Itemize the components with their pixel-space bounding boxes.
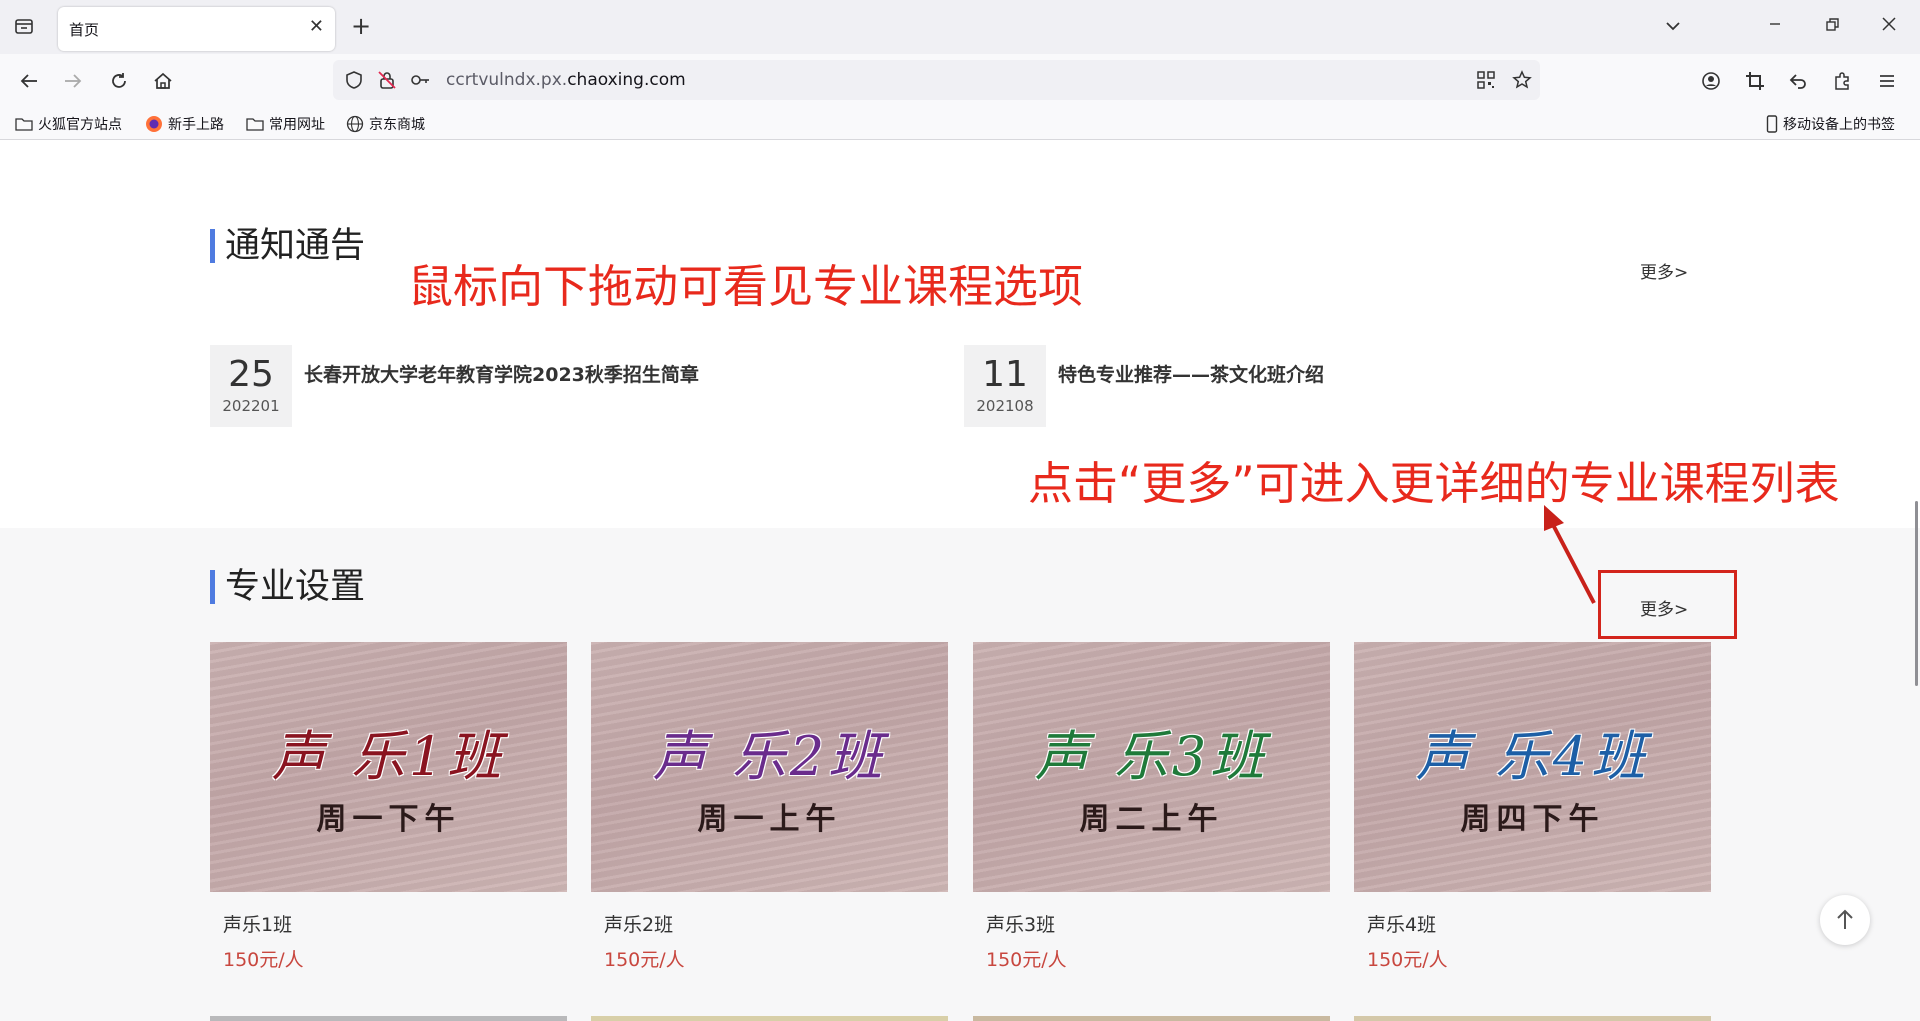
course-banner-schedule: 周一下午 [316, 802, 461, 837]
notice-date: 11 202108 [964, 345, 1046, 427]
course-price: 150元/人 [223, 949, 304, 971]
arrow-up-icon [1837, 909, 1853, 929]
bookmark-star-icon[interactable] [1511, 69, 1535, 91]
notice-item-title[interactable]: 特色专业推荐——茶文化班介绍 [1058, 360, 1324, 387]
notice-more-link[interactable]: 更多> [1640, 258, 1688, 283]
tab-list-icon[interactable] [13, 15, 37, 37]
url-host: ccrtvulndx.px. [446, 70, 568, 90]
majors-section-title: 专业设置 [210, 570, 365, 605]
url-bar[interactable]: ccrtvulndx.px.chaoxing.com [333, 60, 1540, 100]
course-banner-image[interactable]: 声 乐4班 周四下午 [1354, 642, 1711, 892]
tab-bar: 首页 ✕ + [0, 0, 1920, 54]
extensions-icon[interactable] [1831, 70, 1855, 92]
bookmark-item[interactable]: 京东商城 [346, 114, 425, 134]
mobile-bookmarks[interactable]: 移动设备上的书签 [1766, 114, 1895, 134]
course-banner-schedule: 周一上午 [697, 802, 842, 837]
restore-icon[interactable] [1822, 15, 1846, 35]
undo-icon[interactable] [1787, 70, 1811, 92]
back-to-top-button[interactable] [1820, 895, 1870, 945]
account-icon[interactable] [1700, 70, 1724, 92]
globe-icon [346, 115, 364, 133]
next-card-edge [973, 1016, 1330, 1021]
scroll-hint-annotation: 鼠标向下拖动可看见专业课程选项 [408, 260, 1084, 313]
url-domain: chaoxing.com [567, 70, 686, 90]
notice-date-ym: 202108 [976, 397, 1034, 415]
mobile-device-icon [1766, 115, 1778, 133]
course-card[interactable]: 声 乐4班 周四下午 声乐4班 150元/人 [1354, 642, 1711, 972]
close-window-icon[interactable] [1879, 14, 1903, 34]
bookmark-label: 新手上路 [168, 117, 224, 133]
course-banner-schedule: 周二上午 [1079, 802, 1224, 837]
course-banner-title: 声 乐3班 [1034, 725, 1269, 788]
course-banner-image[interactable]: 声 乐1班 周一下午 [210, 642, 567, 892]
qr-code-icon[interactable] [1475, 69, 1499, 91]
web-page: 通知通告 更多> 鼠标向下拖动可看见专业课程选项 25 202201 长春开放大… [0, 141, 1920, 1021]
page-scrollbar[interactable] [1915, 501, 1918, 686]
notice-item-title[interactable]: 长春开放大学老年教育学院2023秋季招生简章 [304, 360, 699, 387]
course-price: 150元/人 [1367, 949, 1448, 971]
firefox-icon [145, 115, 163, 133]
reload-icon[interactable] [108, 70, 132, 92]
course-name[interactable]: 声乐1班 [223, 910, 567, 937]
minimize-icon[interactable] [1765, 14, 1789, 34]
close-tab-icon[interactable]: ✕ [309, 16, 324, 37]
bookmark-label: 京东商城 [369, 117, 425, 133]
annotation-arrow-icon [1544, 505, 1596, 604]
crop-icon[interactable] [1744, 70, 1768, 92]
course-price: 150元/人 [604, 949, 685, 971]
chevron-down-icon[interactable] [1663, 16, 1687, 36]
course-name[interactable]: 声乐3班 [986, 910, 1330, 937]
navigation-toolbar: ccrtvulndx.px.chaoxing.com [0, 54, 1920, 109]
course-banner-schedule: 周四下午 [1460, 802, 1605, 837]
course-banner-title: 声 乐2班 [652, 725, 887, 788]
new-tab-icon[interactable]: + [349, 14, 373, 38]
notice-date-day: 11 [982, 354, 1028, 395]
notice-section-title: 通知通告 [210, 229, 365, 264]
bookmark-item[interactable]: 火狐官方站点 [15, 114, 122, 134]
insecure-lock-icon[interactable] [376, 69, 400, 91]
course-name[interactable]: 声乐2班 [604, 910, 948, 937]
bookmark-label: 火狐官方站点 [38, 117, 122, 133]
course-banner-image[interactable]: 声 乐2班 周一上午 [591, 642, 948, 892]
course-banner-title: 声 乐1班 [271, 725, 506, 788]
course-price: 150元/人 [986, 949, 1067, 971]
bookmark-item[interactable]: 常用网址 [246, 114, 325, 134]
next-card-edge [210, 1016, 567, 1021]
menu-icon[interactable] [1876, 70, 1900, 92]
shield-icon[interactable] [343, 69, 367, 91]
notice-date-ym: 202201 [222, 397, 280, 415]
course-banner-image[interactable]: 声 乐3班 周二上午 [973, 642, 1330, 892]
bookmark-item[interactable]: 新手上路 [145, 114, 224, 134]
course-card[interactable]: 声 乐3班 周二上午 声乐3班 150元/人 [973, 642, 1330, 972]
course-card[interactable]: 声 乐2班 周一上午 声乐2班 150元/人 [591, 642, 948, 972]
folder-icon [15, 116, 33, 132]
notice-date: 25 202201 [210, 345, 292, 427]
notice-date-day: 25 [228, 354, 274, 395]
course-name[interactable]: 声乐4班 [1367, 910, 1711, 937]
mobile-bookmarks-label: 移动设备上的书签 [1783, 117, 1895, 133]
home-icon[interactable] [152, 70, 176, 92]
majors-more-link[interactable]: 更多> [1640, 595, 1688, 620]
url-text[interactable]: ccrtvulndx.px.chaoxing.com [446, 70, 686, 90]
folder-icon [246, 116, 264, 132]
next-card-edge [1354, 1016, 1711, 1021]
bookmarks-toolbar: 火狐官方站点 新手上路 常用网址 京东商城 移动设备上的书签 [0, 109, 1920, 140]
bookmark-label: 常用网址 [269, 117, 325, 133]
next-card-edge [591, 1016, 948, 1021]
course-card[interactable]: 声 乐1班 周一下午 声乐1班 150元/人 [210, 642, 567, 972]
course-banner-title: 声 乐4班 [1415, 725, 1650, 788]
back-icon[interactable] [18, 70, 42, 92]
more-hint-annotation: 点击“更多”可进入更详细的专业课程列表 [1028, 457, 1840, 510]
tab-homepage[interactable]: 首页 ✕ [58, 7, 335, 51]
tab-title: 首页 [69, 21, 100, 39]
forward-icon[interactable] [62, 70, 86, 92]
key-icon[interactable] [409, 69, 433, 91]
